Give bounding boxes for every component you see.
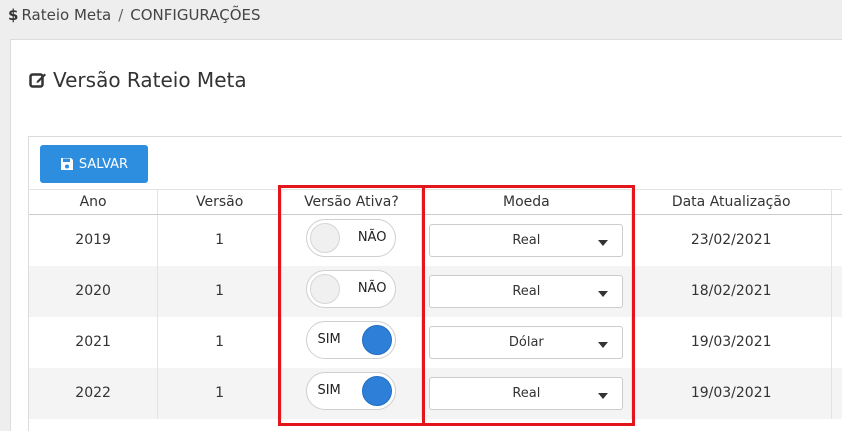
floppy-disk-icon xyxy=(60,158,73,170)
breadcrumb-root[interactable]: Rateio Meta xyxy=(21,6,111,24)
currency-select-value: Real xyxy=(512,283,541,299)
currency-select-value: Real xyxy=(512,385,541,401)
toggle-knob xyxy=(362,325,393,355)
dollar-icon: $ xyxy=(8,6,19,24)
cell-moeda: Real xyxy=(421,214,632,266)
cell-versao: 1 xyxy=(157,367,283,419)
cell-ano: 2021 xyxy=(29,316,159,368)
column-header-versao: Versão xyxy=(157,189,283,215)
table-row: 2022 1 SIM Real 19/03/2021 xyxy=(29,367,842,419)
save-button[interactable]: SALVAR xyxy=(40,145,148,183)
toggle-knob xyxy=(310,274,341,304)
cell-data-atualizacao: 19/03/2021 xyxy=(631,316,832,368)
cell-moeda: Real xyxy=(421,265,632,317)
toggle-label: NÃO xyxy=(357,230,387,246)
table-row: 2019 1 NÃO Real 23/02/2021 xyxy=(29,214,842,266)
currency-select-value: Dólar xyxy=(508,334,544,350)
column-header-versao-ativa: Versão Ativa? xyxy=(281,189,422,215)
currency-select[interactable]: Real xyxy=(429,376,624,410)
active-toggle[interactable]: NÃO xyxy=(306,270,397,308)
active-toggle[interactable]: NÃO xyxy=(306,219,397,258)
cell-versao-ativa: SIM xyxy=(281,367,422,419)
cell-versao: 1 xyxy=(157,214,283,266)
versions-box: SALVAR Ano Versão Versão Ativa? Moeda Da… xyxy=(28,136,842,431)
active-toggle[interactable]: SIM xyxy=(306,372,397,410)
toggle-label: SIM xyxy=(317,332,341,347)
cell-ano: 2019 xyxy=(29,214,159,266)
currency-select-value: Real xyxy=(512,232,541,248)
cell-moeda: Real xyxy=(421,367,632,419)
cell-ano: 2022 xyxy=(29,367,159,419)
column-header-data-atualizacao: Data Atualização xyxy=(631,189,832,215)
versions-table: Ano Versão Versão Ativa? Moeda Data Atua… xyxy=(29,189,842,419)
toggle-knob xyxy=(310,223,341,254)
page-title: Versão Rateio Meta xyxy=(29,68,247,92)
cell-data-atualizacao: 18/02/2021 xyxy=(631,265,832,317)
table-row: 2021 1 SIM Dólar 19/03/2021 xyxy=(29,316,842,368)
column-header-extra xyxy=(831,189,842,215)
content-panel: Versão Rateio Meta SALVAR Ano Versão Ver… xyxy=(10,39,842,431)
page-title-text: Versão Rateio Meta xyxy=(53,68,247,92)
caret-down-icon xyxy=(598,290,609,297)
currency-select[interactable]: Real xyxy=(429,223,624,257)
active-toggle[interactable]: SIM xyxy=(306,321,397,359)
cell-versao: 1 xyxy=(157,265,283,317)
cell-ano: 2020 xyxy=(29,265,159,317)
cell-data-atualizacao: 19/03/2021 xyxy=(631,367,832,419)
column-header-ano: Ano xyxy=(29,189,159,215)
cell-versao-ativa: NÃO xyxy=(281,214,422,266)
caret-down-icon xyxy=(598,239,609,246)
column-header-moeda: Moeda xyxy=(421,189,632,215)
cell-versao-ativa: NÃO xyxy=(281,265,422,317)
caret-down-icon xyxy=(598,392,609,399)
currency-select[interactable]: Dólar xyxy=(429,325,624,359)
cell-versao-ativa: SIM xyxy=(281,316,422,368)
cell-versao: 1 xyxy=(157,316,283,368)
toggle-label: NÃO xyxy=(357,281,387,296)
breadcrumb-current: CONFIGURAÇÕES xyxy=(130,6,261,24)
table-header-row: Ano Versão Versão Ativa? Moeda Data Atua… xyxy=(29,189,842,215)
toggle-knob xyxy=(362,376,393,406)
cell-moeda: Dólar xyxy=(421,316,632,368)
cell-data-atualizacao: 23/02/2021 xyxy=(631,214,832,266)
save-button-label: SALVAR xyxy=(78,156,129,172)
breadcrumb: $ Rateio Meta / CONFIGURAÇÕES xyxy=(8,6,261,24)
caret-down-icon xyxy=(598,341,609,348)
toggle-label: SIM xyxy=(317,383,341,398)
breadcrumb-separator: / xyxy=(118,6,124,24)
table-row: 2020 1 NÃO Real 18/02/2021 xyxy=(29,265,842,317)
edit-icon xyxy=(29,73,46,88)
currency-select[interactable]: Real xyxy=(429,274,624,308)
